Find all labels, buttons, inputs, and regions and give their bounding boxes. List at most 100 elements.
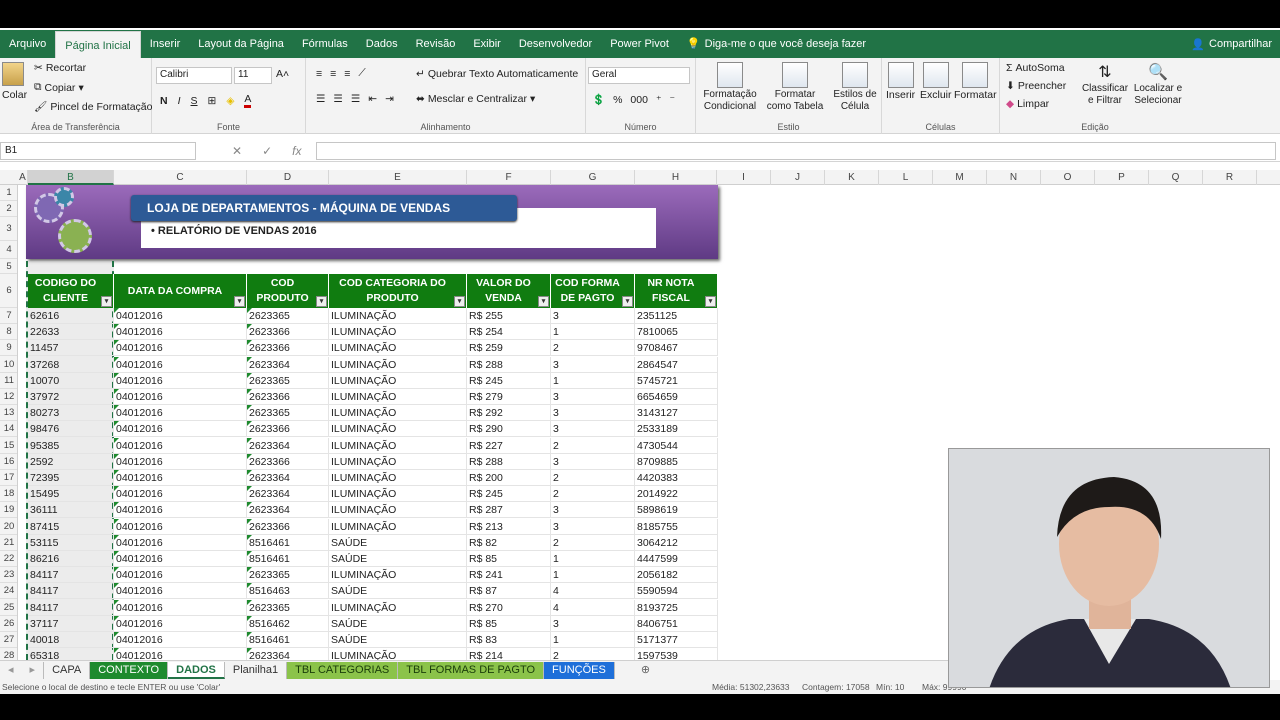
grow-font-button[interactable]: A˄ [276,68,289,80]
table-cell[interactable]: ILUMINAÇÃO [329,648,467,660]
table-cell[interactable]: 04012016 [114,372,247,389]
table-cell[interactable]: 3 [551,518,635,535]
table-cell[interactable]: 2 [551,340,635,357]
table-cell[interactable]: 04012016 [114,648,247,660]
table-cell[interactable]: 8185755 [635,518,718,535]
paste-button[interactable]: Colar [2,62,27,101]
table-cell[interactable]: 2623364 [247,648,329,660]
ribbon-tab-1[interactable]: Página Inicial [55,31,141,58]
row-header-9[interactable]: 9 [0,340,17,357]
outdent-icon[interactable]: ⇥ [385,93,394,105]
table-cell[interactable]: 8516462 [247,615,329,632]
column-header-f[interactable]: F [467,170,551,185]
autosum-button[interactable]: Σ AutoSoma [1006,62,1065,74]
column-header-e[interactable]: E [329,170,467,185]
table-cell[interactable]: 04012016 [114,421,247,438]
table-cell[interactable]: 3 [551,502,635,519]
row-header-10[interactable]: 10 [0,357,17,373]
column-header-l[interactable]: L [879,170,933,185]
table-cell[interactable]: 8406751 [635,615,718,632]
row-header-21[interactable]: 21 [0,535,17,551]
column-header-p[interactable]: P [1095,170,1149,185]
table-cell[interactable]: R$ 254 [467,324,551,341]
currency-icon[interactable]: 💲 [592,93,605,106]
table-cell[interactable]: 04012016 [114,615,247,632]
table-cell[interactable]: 2623366 [247,421,329,438]
percent-icon[interactable]: % [613,94,622,106]
table-cell[interactable]: 9708467 [635,340,718,357]
table-cell[interactable]: 5171377 [635,632,718,648]
row-header-27[interactable]: 27 [0,632,17,648]
add-sheet-icon[interactable]: ⊕ [633,662,658,679]
table-cell[interactable]: 8193725 [635,599,718,616]
table-cell[interactable]: ILUMINAÇÃO [329,405,467,422]
filter-dropdown-icon[interactable]: ▾ [101,296,112,307]
table-cell[interactable]: R$ 288 [467,356,551,373]
table-cell[interactable]: 2 [551,648,635,660]
column-header-r[interactable]: R [1203,170,1257,185]
filter-dropdown-icon[interactable]: ▾ [705,296,716,307]
table-cell[interactable]: 2351125 [635,308,718,324]
table-cell[interactable]: ILUMINAÇÃO [329,599,467,616]
ribbon-tab-7[interactable]: Exibir [464,30,510,58]
font-name-select[interactable]: Calibri [156,67,232,84]
column-header-k[interactable]: K [825,170,879,185]
column-header-h[interactable]: H [635,170,717,185]
decrease-decimal-icon[interactable]: ⁻ [670,94,676,106]
row-header-20[interactable]: 20 [0,519,17,535]
table-cell[interactable]: ILUMINAÇÃO [329,356,467,373]
bold-icon[interactable]: N [160,95,168,107]
table-cell[interactable]: 22633 [28,324,114,341]
table-cell[interactable]: 1 [551,632,635,648]
table-cell[interactable]: 2623366 [247,340,329,357]
ribbon-tab-3[interactable]: Layout da Página [189,30,293,58]
table-cell[interactable]: 2592 [28,453,114,470]
column-header-d[interactable]: D [247,170,329,185]
table-cell[interactable]: 04012016 [114,340,247,357]
table-cell[interactable]: R$ 241 [467,567,551,584]
column-header-m[interactable]: M [933,170,987,185]
table-cell[interactable]: ILUMINAÇÃO [329,502,467,519]
table-cell[interactable]: SAÚDE [329,534,467,551]
table-cell[interactable]: 37117 [28,615,114,632]
thousands-icon[interactable]: 000 [630,94,648,106]
cell-styles-button[interactable]: Estilos de Célula [832,62,878,113]
table-cell[interactable]: SAÚDE [329,632,467,648]
ribbon-tab-2[interactable]: Inserir [141,30,190,58]
table-cell[interactable]: 2864547 [635,356,718,373]
table-cell[interactable]: R$ 288 [467,453,551,470]
align-top-icon[interactable]: ≡ [316,68,322,80]
table-cell[interactable]: SAÚDE [329,615,467,632]
wrap-text-button[interactable]: ↵ Quebrar Texto Automaticamente [416,68,578,80]
table-cell[interactable]: 3 [551,389,635,405]
copy-button[interactable]: ⧉ Copiar ▾ [34,81,84,94]
align-left-icon[interactable]: ☰ [316,93,325,105]
italic-icon[interactable]: I [178,95,181,107]
table-cell[interactable]: R$ 287 [467,502,551,519]
table-cell[interactable]: R$ 279 [467,389,551,405]
table-cell[interactable]: R$ 83 [467,632,551,648]
row-header-8[interactable]: 8 [0,324,17,341]
table-cell[interactable]: 8516461 [247,632,329,648]
sheet-tab[interactable]: TBL FORMAS DE PAGTO [398,662,545,679]
table-cell[interactable]: R$ 255 [467,308,551,324]
table-cell[interactable]: 04012016 [114,453,247,470]
row-header-4[interactable]: 4 [0,241,17,259]
table-cell[interactable]: 36111 [28,502,114,519]
table-cell[interactable]: R$ 82 [467,534,551,551]
filter-dropdown-icon[interactable]: ▾ [316,296,327,307]
sheet-tab[interactable]: CAPA [44,662,91,679]
borders-icon[interactable]: ⊞ [208,95,217,107]
table-cell[interactable]: 4447599 [635,551,718,567]
table-cell[interactable]: 04012016 [114,534,247,551]
table-cell[interactable]: R$ 87 [467,583,551,600]
table-cell[interactable]: 04012016 [114,599,247,616]
column-header-i[interactable]: I [717,170,771,185]
share-button[interactable]: 👤 Compartilhar [1183,38,1280,51]
font-color-icon[interactable]: A [244,93,252,108]
table-cell[interactable]: 5590594 [635,583,718,600]
find-select-button[interactable]: 🔍 Localizar e Selecionar [1130,62,1186,107]
table-cell[interactable]: 2533189 [635,421,718,438]
table-cell[interactable]: ILUMINAÇÃO [329,308,467,324]
table-cell[interactable]: 1 [551,324,635,341]
